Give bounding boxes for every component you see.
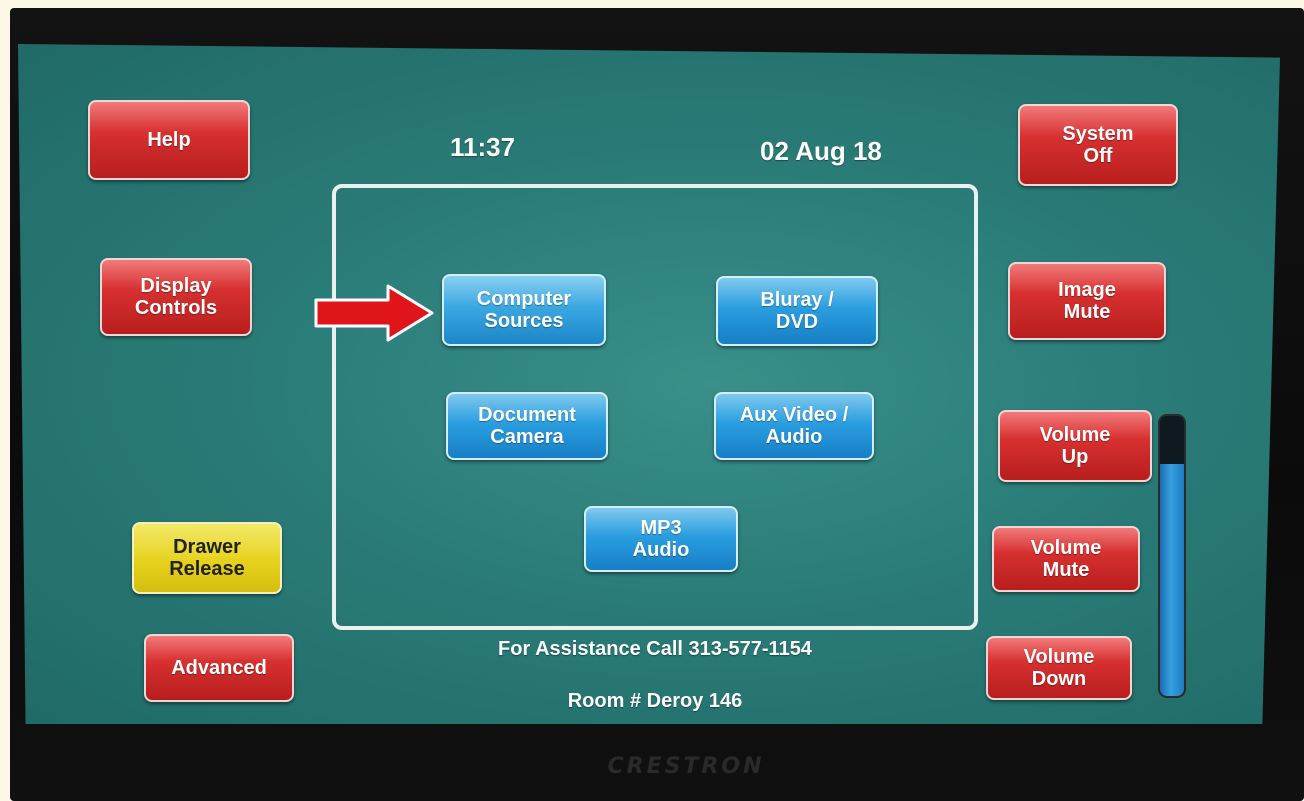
computer-sources-button[interactable]: Computer Sources — [442, 274, 606, 346]
aux-video-audio-button[interactable]: Aux Video / Audio — [714, 392, 874, 460]
assistance-text: For Assistance Call 313-577-1154 — [498, 638, 812, 660]
volume-mute-button[interactable]: Volume Mute — [992, 526, 1140, 592]
clock-time: 11:37 — [450, 132, 516, 162]
volume-up-button[interactable]: Volume Up — [998, 410, 1152, 482]
touch-screen: Help Display Controls Drawer Release Adv… — [18, 44, 1280, 724]
advanced-button[interactable]: Advanced — [144, 634, 294, 702]
touch-panel-bezel: Help Display Controls Drawer Release Adv… — [10, 8, 1304, 801]
volume-down-button[interactable]: Volume Down — [986, 636, 1132, 700]
red-arrow-icon — [314, 284, 434, 342]
room-label: Room # Deroy 146 — [567, 690, 743, 712]
bluray-dvd-button[interactable]: Bluray / DVD — [716, 276, 878, 346]
current-date: 02 Aug 18 — [760, 136, 882, 166]
document-camera-button[interactable]: Document Camera — [446, 392, 608, 460]
system-off-button[interactable]: System Off — [1018, 104, 1178, 186]
display-controls-button[interactable]: Display Controls — [100, 258, 252, 336]
drawer-release-button[interactable]: Drawer Release — [132, 522, 282, 594]
crestron-logo: CRESTRON — [607, 754, 765, 779]
image-mute-button[interactable]: Image Mute — [1008, 262, 1166, 340]
mp3-audio-button[interactable]: MP3 Audio — [584, 506, 738, 572]
volume-level-bar — [1158, 414, 1186, 698]
volume-level-fill — [1160, 463, 1184, 696]
help-button[interactable]: Help — [88, 100, 250, 180]
